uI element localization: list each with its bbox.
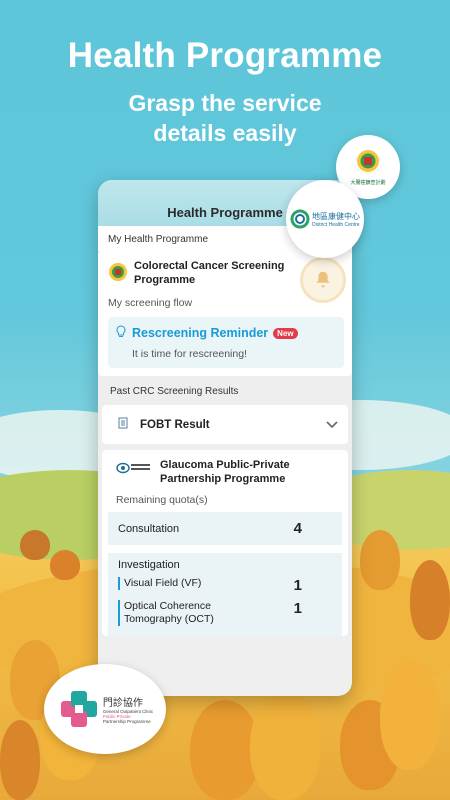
fobt-result-row[interactable]: FOBT Result xyxy=(102,405,348,444)
investigation-label: Visual Field (VF) xyxy=(118,577,201,590)
tree xyxy=(20,530,50,560)
tree xyxy=(410,560,450,640)
tree xyxy=(50,550,80,580)
flow-label: My screening flow xyxy=(108,297,193,309)
investigation-value: 1 xyxy=(293,577,302,594)
app-title: Health Programme xyxy=(167,205,283,220)
gopc-en-text-3: Partnership Programme xyxy=(102,719,151,724)
investigation-label: Optical Coherence Tomography (OCT) xyxy=(118,600,228,626)
reminder-text: It is time for rescreening! xyxy=(132,348,247,360)
fobt-label: FOBT Result xyxy=(140,418,210,431)
consultation-value: 4 xyxy=(293,520,302,537)
tree xyxy=(380,660,440,770)
quota-label: Remaining quota(s) xyxy=(116,494,208,506)
lightbulb-icon xyxy=(116,325,126,341)
investigation-row: Visual Field (VF) 1 xyxy=(118,577,332,594)
past-results-title: Past CRC Screening Results xyxy=(98,376,352,405)
tree xyxy=(250,690,320,800)
document-icon xyxy=(118,417,128,432)
investigation-title: Investigation xyxy=(118,559,180,571)
consultation-label: Consultation xyxy=(118,522,180,535)
hero-subtitle-line1: Grasp the service xyxy=(128,90,322,116)
glaucoma-programme-card[interactable]: Glaucoma Public-Private Partnership Prog… xyxy=(102,450,348,636)
crc-logo-icon xyxy=(108,261,128,283)
rescreening-reminder[interactable]: Rescreening Reminder New It is time for … xyxy=(108,317,344,368)
dhc-en-text: District Health Centre xyxy=(312,221,360,228)
gopc-zh-text: 門診協作 xyxy=(102,698,143,709)
crc-programme-card[interactable]: Colorectal Cancer Screening Programme My… xyxy=(98,251,352,376)
hero-title: Health Programme xyxy=(67,36,383,75)
new-badge: New xyxy=(273,327,298,339)
phone-screen: Health Programme My Health Programme Col… xyxy=(98,180,352,696)
dhc-logo-icon xyxy=(290,209,310,229)
bell-icon xyxy=(300,257,346,303)
investigation-section: Investigation Visual Field (VF) 1 Optica… xyxy=(108,553,342,636)
tree xyxy=(0,720,40,800)
content: Colorectal Cancer Screening Programme My… xyxy=(98,251,352,636)
crc-title: Colorectal Cancer Screening Programme xyxy=(134,260,285,286)
investigation-row: Optical Coherence Tomography (OCT) 1 xyxy=(118,600,332,626)
crc-badge-icon xyxy=(356,150,379,172)
chevron-down-icon[interactable] xyxy=(326,418,338,432)
tree xyxy=(360,530,400,590)
reminder-title: Rescreening Reminder xyxy=(132,326,269,340)
investigation-value: 1 xyxy=(293,600,302,617)
dhc-zh-text: 地區康健中心 xyxy=(312,211,360,221)
gopc-logo-icon xyxy=(60,691,97,727)
glaucoma-logo-icon xyxy=(116,460,152,476)
glaucoma-title: Glaucoma Public-Private Partnership Prog… xyxy=(160,459,290,485)
crc-badge-text: 大腸癌篩查計劃 xyxy=(350,180,386,186)
gopc-ppp-badge: 門診協作 General Outpatient Clinic Public-Pr… xyxy=(44,664,166,754)
consultation-row: Consultation 4 xyxy=(108,512,342,545)
district-health-centre-badge: 地區康健中心 District Health Centre xyxy=(286,180,364,258)
